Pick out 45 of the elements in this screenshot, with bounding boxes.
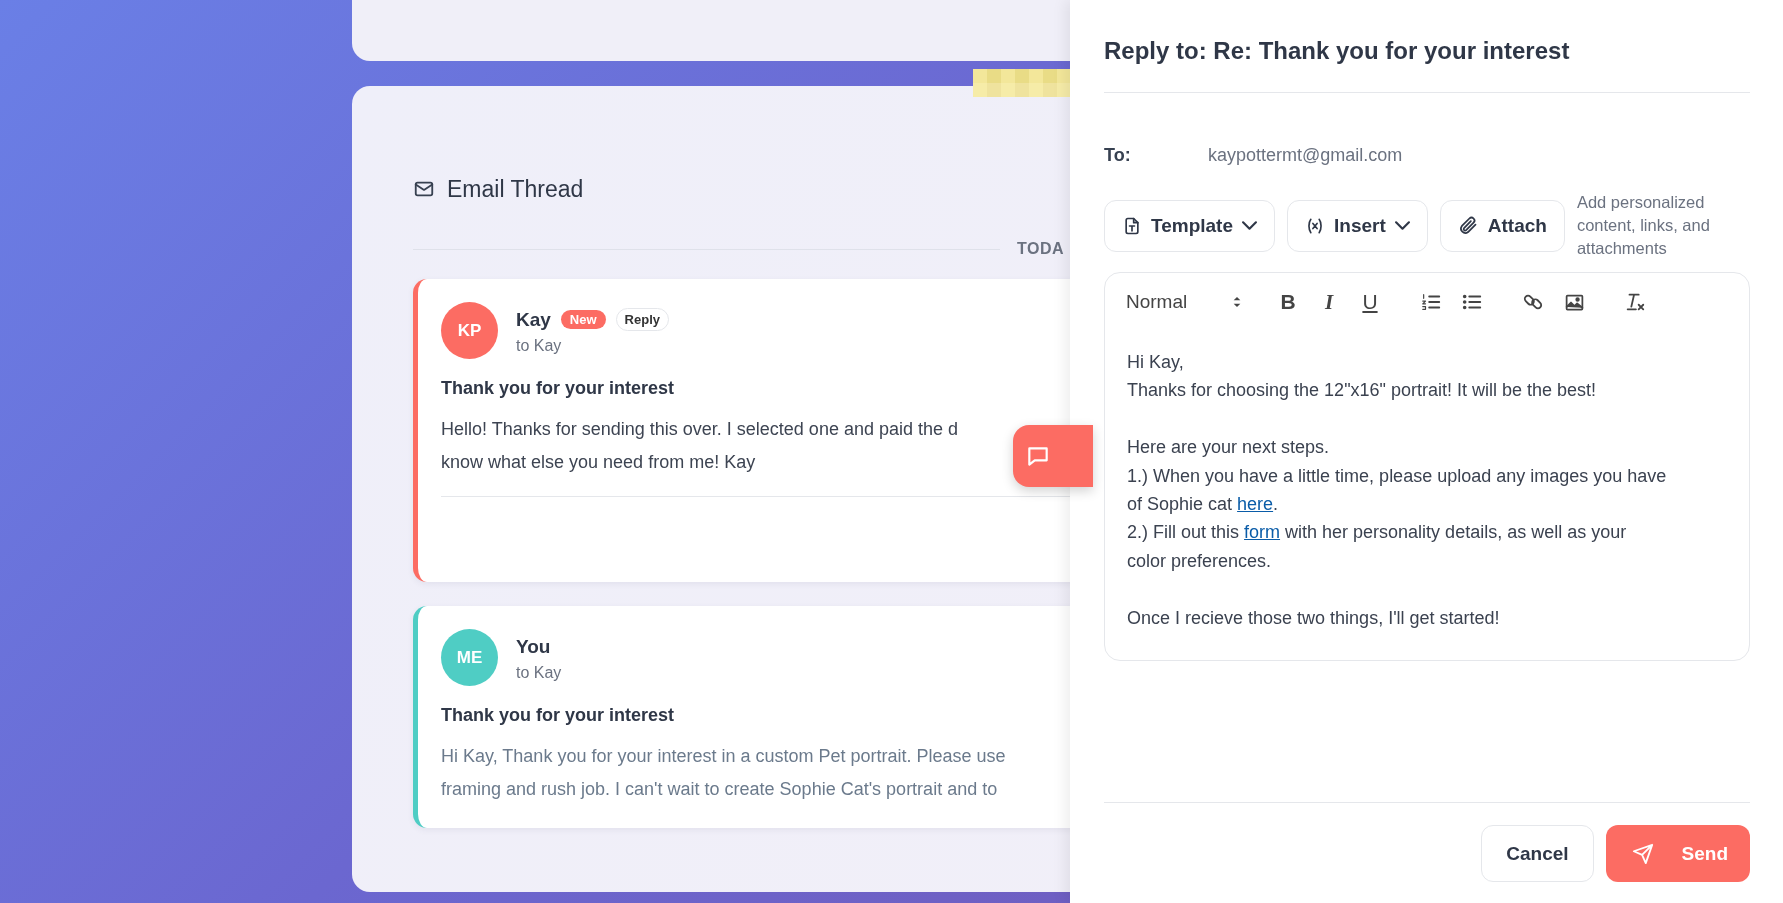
message-text: Hi Kay, Thank you for your interest in a custom Pet portrait. Please use — [441, 745, 1006, 768]
sender-name: You — [516, 635, 551, 658]
editor-text-line: Here are your next steps. — [1127, 436, 1331, 460]
cancel-button[interactable]: Cancel — [1481, 825, 1594, 882]
avatar: ME — [441, 629, 498, 686]
sender-name: Kay — [516, 308, 551, 331]
editor-text-line: Thanks for choosing the 12"x16" portrait! It will be the best! — [1127, 379, 1598, 403]
document-icon — [1122, 215, 1142, 236]
template-button[interactable]: Template — [1104, 199, 1275, 252]
format-select[interactable]: Normal — [1118, 287, 1250, 317]
insert-button[interactable]: Insert — [1287, 199, 1428, 252]
recipient-text: to Kay — [516, 336, 563, 355]
paperclip-icon — [1457, 215, 1479, 236]
text-link[interactable]: form — [1244, 522, 1281, 543]
new-badge: New — [560, 310, 606, 329]
italic-button[interactable]: I — [1311, 287, 1347, 317]
editor-text-line: color preferences. — [1127, 549, 1273, 573]
attach-button[interactable]: Attach — [1439, 199, 1565, 252]
reply-chip[interactable]: Reply — [615, 308, 669, 331]
numbered-list-icon — [1420, 291, 1442, 313]
editor-text-line: Hi Kay, — [1127, 351, 1185, 374]
editor-text-line: 1.) When you have a little time, please upload any images you have — [1127, 464, 1668, 488]
message-text: know what else you need from me! Kay — [441, 451, 756, 474]
underline-button[interactable]: U — [1352, 287, 1388, 317]
panel-title: Reply to: Re: Thank you for your interest — [1104, 0, 1750, 93]
message-text: framing and rush job. I can't wait to create Sophie Cat's portrait and to — [441, 778, 998, 801]
editor-text-line: 2.) Fill out this form with her personality details, as well as your — [1127, 521, 1628, 545]
send-icon — [1631, 842, 1654, 865]
editor-box[interactable] — [1104, 272, 1750, 661]
bold-button[interactable]: B — [1270, 287, 1306, 317]
field-label: To: — [1104, 144, 1132, 166]
message-text: Hello! Thanks for sending this over. I selected one and paid the d — [441, 418, 958, 441]
hint-text: Add personalized content, links, and attachments — [1576, 192, 1711, 259]
message-subject: Thank you for your interest — [441, 705, 676, 726]
clear-format-icon — [1624, 291, 1646, 313]
date-divider-label: TODA — [1017, 240, 1065, 258]
text-link[interactable]: here — [1237, 494, 1274, 514]
section-title: Email Thread — [447, 175, 584, 203]
avatar: KP — [441, 302, 498, 359]
recipient-text: to Kay — [516, 663, 562, 682]
recipient-field[interactable]: kaypottermt@gmail.com — [1208, 144, 1403, 166]
message-subject: Thank you for your interest — [441, 378, 676, 399]
editor-text-line: of Sophie cat here. — [1127, 493, 1280, 516]
editor-text-line: Once I recieve those two things, I'll get started! — [1127, 606, 1501, 630]
chat-button[interactable] — [1013, 425, 1093, 487]
